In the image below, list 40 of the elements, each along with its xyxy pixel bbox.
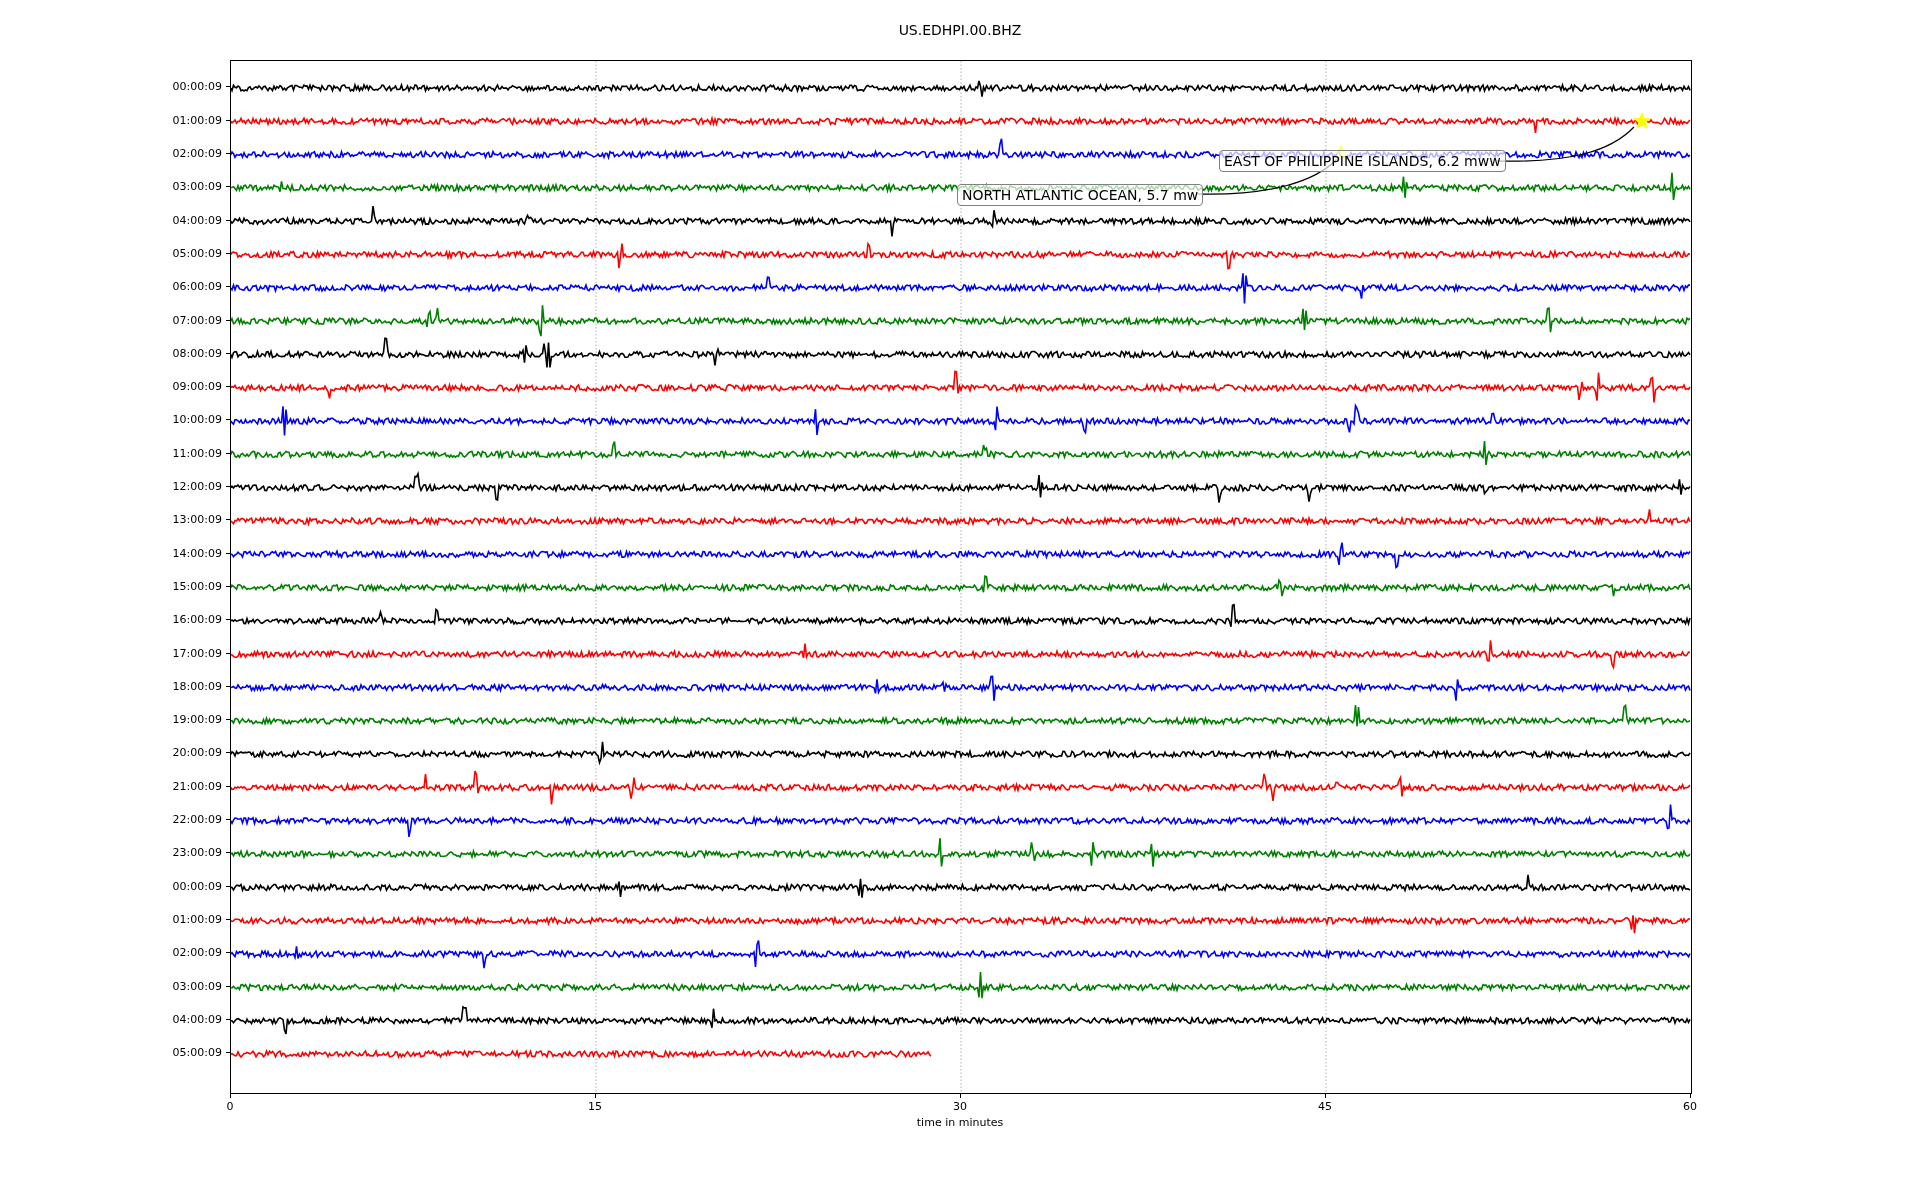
event-annotation: NORTH ATLANTIC OCEAN, 5.7 mw (957, 184, 1204, 206)
y-tick-label: 00:00:09 (172, 879, 222, 893)
y-tick-label: 05:00:09 (172, 1046, 222, 1060)
chart-title: US.EDHPI.00.BHZ (898, 22, 1022, 38)
y-tick-label: 20:00:09 (172, 746, 222, 760)
y-tick-label: 08:00:09 (172, 346, 222, 360)
y-tick-label: 23:00:09 (172, 846, 222, 860)
y-tick-label: 00:00:09 (172, 80, 222, 94)
x-tick-label: 0 (226, 1099, 234, 1113)
y-tick-label: 10:00:09 (172, 413, 222, 427)
y-tick-label: 04:00:09 (172, 1012, 222, 1026)
y-tick-label: 12:00:09 (172, 480, 222, 494)
y-tick-label: 01:00:09 (172, 912, 222, 926)
y-tick-label: 01:00:09 (172, 113, 222, 127)
y-tick-label: 16:00:09 (172, 613, 222, 627)
y-tick-label: 05:00:09 (172, 246, 222, 260)
y-tick-label: 02:00:09 (172, 147, 222, 161)
y-tick-label: 21:00:09 (172, 779, 222, 793)
y-tick-label: 02:00:09 (172, 946, 222, 960)
y-tick-label: 22:00:09 (172, 813, 222, 826)
star-icon (1633, 112, 1651, 129)
y-tick-label: 09:00:09 (172, 380, 222, 394)
y-tick-label: 14:00:09 (172, 546, 222, 560)
y-tick-label: 04:00:09 (172, 213, 222, 227)
x-tick-label: 15 (588, 1099, 602, 1113)
y-tick-label: 18:00:09 (172, 679, 222, 693)
y-tick-label: 13:00:09 (172, 513, 222, 527)
y-tick-label: 19:00:09 (172, 713, 222, 727)
y-tick-label: 07:00:09 (172, 313, 222, 327)
x-tick-label: 60 (1683, 1099, 1697, 1113)
y-tick-label: 17:00:09 (172, 646, 222, 660)
y-tick-label: 06:00:09 (172, 280, 222, 294)
y-tick-label: 11:00:09 (172, 446, 222, 460)
x-tick-label: 45 (1318, 1099, 1332, 1113)
y-tick-label: 03:00:09 (172, 979, 222, 993)
x-axis-label: time in minutes (916, 1116, 1004, 1129)
x-tick-label: 30 (953, 1099, 967, 1113)
event-annotation: EAST OF PHILIPPINE ISLANDS, 6.2 mww (1219, 150, 1506, 172)
y-tick-label: 03:00:09 (172, 180, 222, 194)
y-tick-label: 15:00:09 (172, 579, 222, 593)
